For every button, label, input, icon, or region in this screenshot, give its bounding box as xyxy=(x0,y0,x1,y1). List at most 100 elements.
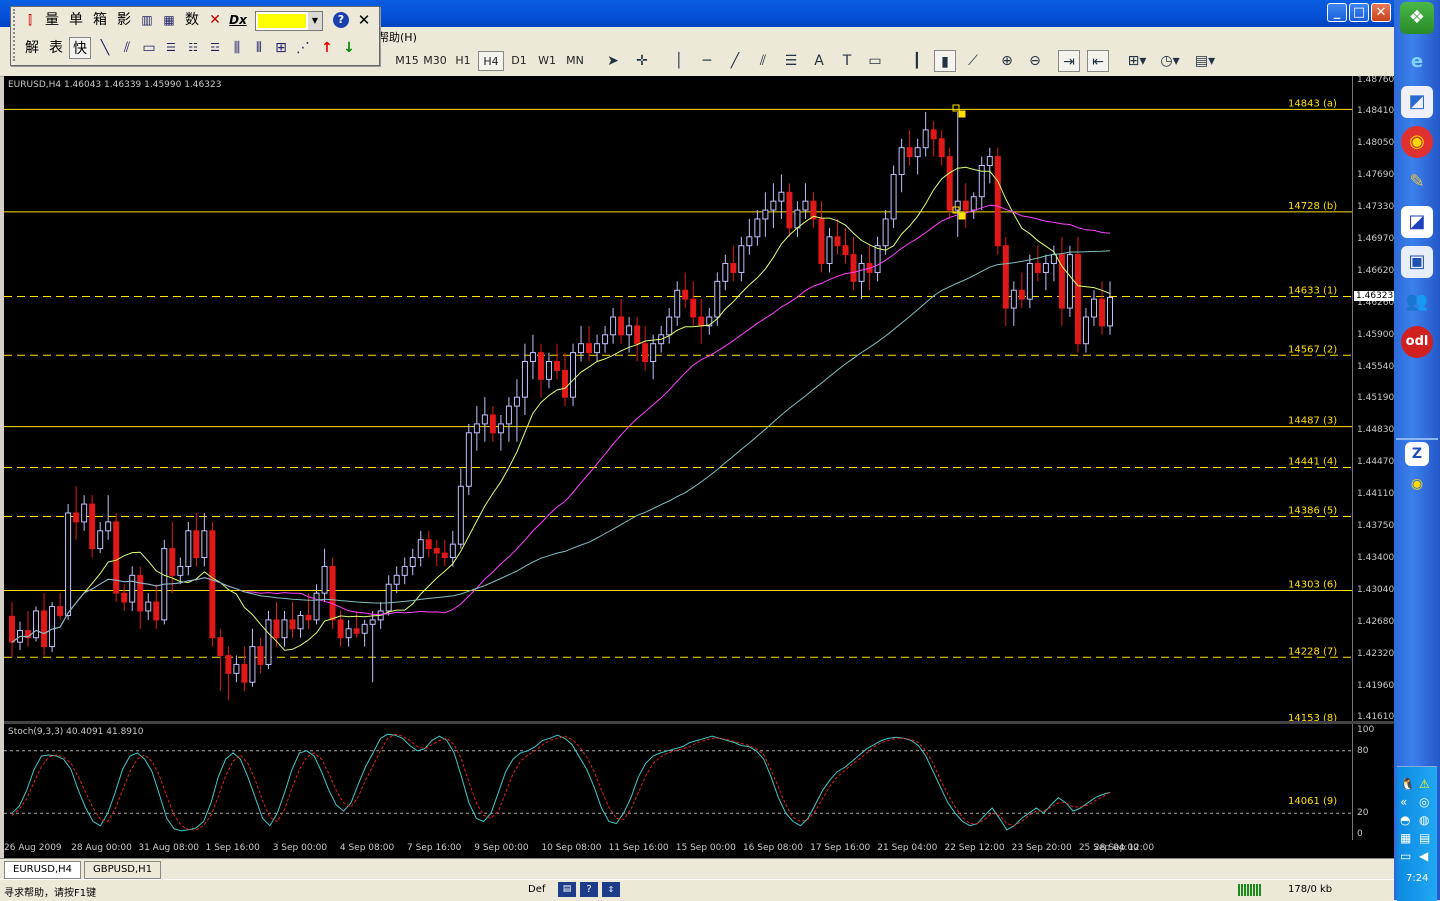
timeframe-w1[interactable]: W1 xyxy=(534,51,560,71)
trendline-icon[interactable]: ╱ xyxy=(724,50,746,72)
checker-icon[interactable]: ◪ xyxy=(1401,206,1433,238)
status-profile[interactable]: Def xyxy=(528,884,545,895)
chart-shift-icon[interactable]: ⇤ xyxy=(1087,50,1109,72)
qq-icon[interactable]: 🐧 xyxy=(1400,777,1415,791)
color-picker[interactable]: ▼ xyxy=(255,11,323,31)
ie-browser-icon[interactable]: e xyxy=(1401,46,1433,78)
help-tray-icon[interactable]: ? xyxy=(580,882,598,897)
time-zones-icon[interactable]: ⦀ xyxy=(249,37,269,59)
vertical-line-icon[interactable]: │ xyxy=(668,50,690,72)
gann-grid-icon[interactable]: ⊞ xyxy=(271,37,291,59)
clock[interactable]: 7:24 xyxy=(1406,873,1428,884)
maximize-button[interactable]: □ xyxy=(1349,3,1369,22)
grip-handle[interactable] xyxy=(13,9,19,61)
zoom-out-icon[interactable]: ⊖ xyxy=(1024,50,1046,72)
warning-icon[interactable]: ⚠ xyxy=(1419,777,1430,791)
templates-icon[interactable]: ▤▾ xyxy=(1190,50,1220,72)
tray-hat-icon[interactable]: ◓ xyxy=(1400,813,1410,827)
fib-levels-icon[interactable]: ☷ xyxy=(183,37,203,59)
indicators-icon[interactable]: ⊞▾ xyxy=(1122,50,1152,72)
timeframe-h4[interactable]: H4 xyxy=(478,51,504,71)
timeframe-m15[interactable]: M15 xyxy=(394,51,420,71)
object-marker[interactable] xyxy=(952,104,960,112)
chevron-down-icon[interactable]: ▼ xyxy=(308,12,322,30)
dx-tool-icon[interactable]: Dx xyxy=(227,9,249,31)
status-traffic: 178/0 kb xyxy=(1288,884,1333,895)
zoom-in-icon[interactable]: ⊕ xyxy=(996,50,1018,72)
pane-splitter[interactable] xyxy=(4,721,1394,724)
bar-chart-icon[interactable]: ┃ xyxy=(906,50,928,72)
float-row1-3[interactable]: 影 xyxy=(113,9,135,31)
close-toolbar-icon[interactable]: ✕ xyxy=(355,9,373,31)
fibonacci-icon[interactable]: ☰ xyxy=(780,50,802,72)
stochastic-canvas xyxy=(4,733,1352,832)
delete-tool-icon[interactable]: ✕ xyxy=(205,9,225,31)
float-row1-0[interactable]: 量 xyxy=(41,9,63,31)
taskbar-z-icon[interactable]: Z xyxy=(1405,442,1429,466)
price-axis[interactable]: 1.48760 1.48410 1.48050 1.47690 1.47330 1.469… xyxy=(1352,75,1396,840)
gann-fan-icon[interactable]: ⋰ xyxy=(293,37,313,59)
arrow-label-icon[interactable]: ▭ xyxy=(864,50,886,72)
level-label: 14153 (8) xyxy=(1288,713,1337,721)
candle xyxy=(962,183,969,228)
paint-brushes-icon[interactable]: ✎ xyxy=(1401,166,1433,198)
help-icon[interactable]: ? xyxy=(333,12,349,28)
crosshair-icon[interactable]: ✛ xyxy=(631,50,653,72)
arrow-up-icon[interactable]: ↑ xyxy=(317,37,337,59)
timeframe-d1[interactable]: D1 xyxy=(506,51,532,71)
start-windows-icon[interactable]: ❖ xyxy=(1400,2,1434,34)
chart-tab[interactable]: GBPUSD,H1 xyxy=(84,861,162,879)
arrow-down-icon[interactable]: ↓ xyxy=(339,37,359,59)
volume-tool-icon[interactable]: ▦ xyxy=(159,9,179,31)
odl-app-icon[interactable]: odl xyxy=(1401,326,1433,358)
expand-icon[interactable]: ⇕ xyxy=(602,882,620,897)
tray-back-icon[interactable]: « xyxy=(1400,795,1407,809)
fib-ext-icon[interactable]: ☲ xyxy=(205,37,225,59)
timeframe-h1[interactable]: H1 xyxy=(450,51,476,71)
fib-fan-icon[interactable]: ☰ xyxy=(161,37,181,59)
text-icon[interactable]: A xyxy=(808,50,830,72)
taskbar-swirl-icon[interactable]: ◉ xyxy=(1405,472,1429,496)
periods-clock-icon[interactable]: ◷▾ xyxy=(1155,50,1185,72)
object-marker[interactable] xyxy=(958,110,966,118)
rectangle-icon[interactable]: ▭ xyxy=(139,37,159,59)
autoscroll-icon[interactable]: ⇥ xyxy=(1058,50,1080,72)
bars-tool-icon[interactable]: ▥ xyxy=(137,9,157,31)
candle-tool-icon[interactable]: ⫿ xyxy=(21,9,39,31)
text-label-icon[interactable]: T xyxy=(836,50,858,72)
float-row2-1[interactable]: 表 xyxy=(45,37,67,59)
draw-line-icon[interactable]: ╲ xyxy=(95,37,115,59)
cycle-lines-icon[interactable]: ⫼ xyxy=(227,37,247,59)
float-row1-2[interactable]: 箱 xyxy=(89,9,111,31)
minimize-button[interactable]: _ xyxy=(1327,3,1347,22)
timeframe-mn[interactable]: MN xyxy=(562,51,588,71)
draw-channel-icon[interactable]: ⫽ xyxy=(117,37,137,59)
float-row1-4[interactable]: 数 xyxy=(181,9,203,31)
cursor-icon[interactable]: ➤ xyxy=(602,50,624,72)
tray-speaker-icon[interactable]: ◀ xyxy=(1419,849,1428,863)
channel-icon[interactable]: ⫽ xyxy=(752,50,774,72)
menu-help[interactable]: 帮助(H) xyxy=(378,29,417,45)
float-row1-1[interactable]: 单 xyxy=(65,9,87,31)
price-chart[interactable]: 14843 (a) 14728 (b) 14633 (1) 14567 (2) 1448… xyxy=(4,76,1352,721)
close-button[interactable]: ✕ xyxy=(1371,3,1391,22)
horizontal-line-icon[interactable]: ─ xyxy=(696,50,718,72)
chart-tab[interactable]: EURUSD,H4 xyxy=(4,861,82,879)
line-chart-icon[interactable]: ⟋ xyxy=(962,50,984,72)
tray-net-icon[interactable]: ▦ xyxy=(1400,831,1411,845)
tray-monitor-icon[interactable]: ▭ xyxy=(1400,849,1411,863)
stochastic-pane[interactable]: Stoch(9,3,3) 40.4091 41.8910 14061 (9) xyxy=(4,724,1352,840)
object-marker[interactable] xyxy=(958,212,966,220)
tray-shield-icon[interactable]: ▤ xyxy=(1419,831,1430,845)
timeframe-m30[interactable]: M30 xyxy=(422,51,448,71)
messenger-icon[interactable]: 👥 xyxy=(1401,286,1433,318)
candle-chart-icon[interactable]: ▮ xyxy=(934,50,956,72)
app-swirl-icon[interactable]: ◉ xyxy=(1401,126,1433,158)
float-row2-0[interactable]: 解 xyxy=(21,37,43,59)
window-icon[interactable]: ▣ xyxy=(1401,246,1433,278)
desktop-icon[interactable]: ◩ xyxy=(1401,86,1433,118)
float-row2-2[interactable]: 快 xyxy=(69,37,91,59)
keyboard-icon[interactable]: ▤ xyxy=(558,882,576,897)
tray-app-icon[interactable]: ◎ xyxy=(1419,795,1429,809)
tray-globe-icon[interactable]: ◍ xyxy=(1419,813,1429,827)
